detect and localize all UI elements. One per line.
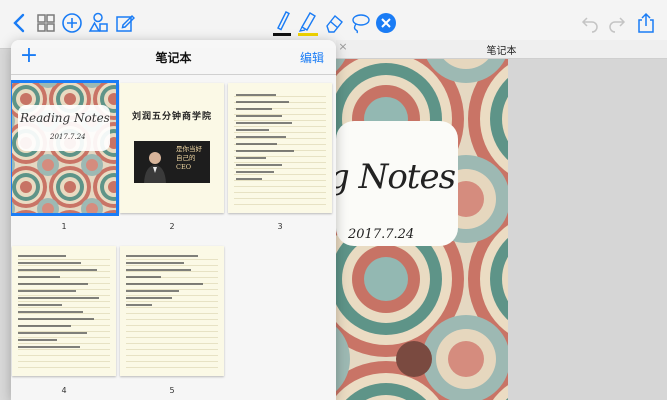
document-tab-bar: × 笔记本 bbox=[336, 40, 667, 59]
notebook-pages-popover: + 笔记本 编辑 Reading Notes 2017.7.24 1 刘润五分钟… bbox=[11, 40, 336, 400]
popover-header: + 笔记本 编辑 bbox=[11, 40, 336, 75]
add-icon[interactable] bbox=[59, 10, 85, 36]
share-icon[interactable] bbox=[633, 10, 659, 36]
cover-handwritten-date: 2017.7.24 bbox=[348, 227, 415, 242]
cover-thumbnail-date: 2017.7.24 bbox=[50, 133, 86, 141]
cover-handwritten-title: g Notes bbox=[336, 157, 456, 197]
page-number-5: 5 bbox=[169, 386, 175, 395]
compose-icon[interactable] bbox=[112, 10, 138, 36]
page-thumbnail-2[interactable]: 刘润五分钟商学院 是你当好自己的CEO bbox=[120, 83, 224, 213]
shapes-icon[interactable] bbox=[85, 10, 111, 36]
handwritten-notes-graphic bbox=[126, 250, 214, 306]
handwritten-notes-graphic bbox=[236, 89, 302, 180]
undo-icon[interactable] bbox=[577, 10, 603, 36]
document-title: 笔记本 bbox=[486, 46, 517, 57]
page-2-poster-text: 是你当好自己的CEO bbox=[176, 145, 202, 171]
lasso-icon[interactable] bbox=[347, 10, 373, 36]
document-page-cover[interactable]: g Notes 2017.7.24 bbox=[336, 59, 508, 400]
close-tool-icon[interactable] bbox=[373, 10, 399, 36]
popover-title: 笔记本 bbox=[155, 51, 192, 65]
cover-thumbnail-title: Reading Notes bbox=[20, 111, 110, 125]
page-thumbnail-4[interactable] bbox=[12, 246, 116, 376]
thumbnails-icon[interactable] bbox=[33, 10, 59, 36]
back-icon[interactable] bbox=[6, 10, 32, 36]
page-thumbnail-1[interactable]: Reading Notes 2017.7.24 bbox=[11, 80, 119, 216]
page-number-2: 2 bbox=[169, 222, 175, 231]
highlighter-icon[interactable] bbox=[295, 8, 321, 38]
cover-thumbnail-label: Reading Notes 2017.7.24 bbox=[18, 105, 110, 151]
edit-button[interactable]: 编辑 bbox=[300, 49, 324, 66]
add-page-button[interactable]: + bbox=[17, 43, 41, 69]
page-number-4: 4 bbox=[61, 386, 67, 395]
document-area: × 笔记本 g Notes 2017.7.24 bbox=[336, 40, 667, 400]
page-number-3: 3 bbox=[277, 222, 283, 231]
eraser-icon[interactable] bbox=[321, 10, 347, 36]
page-number-1: 1 bbox=[61, 222, 67, 231]
pen-icon[interactable] bbox=[269, 8, 295, 38]
redo-icon[interactable] bbox=[604, 10, 630, 36]
page-thumbnail-3[interactable] bbox=[228, 83, 332, 213]
page-thumbnail-5[interactable] bbox=[120, 246, 224, 376]
handwritten-notes-graphic bbox=[18, 250, 106, 348]
page-2-heading: 刘润五分钟商学院 bbox=[131, 112, 212, 122]
person-photo-icon bbox=[144, 152, 166, 183]
page-2-poster: 是你当好自己的CEO bbox=[134, 141, 210, 183]
